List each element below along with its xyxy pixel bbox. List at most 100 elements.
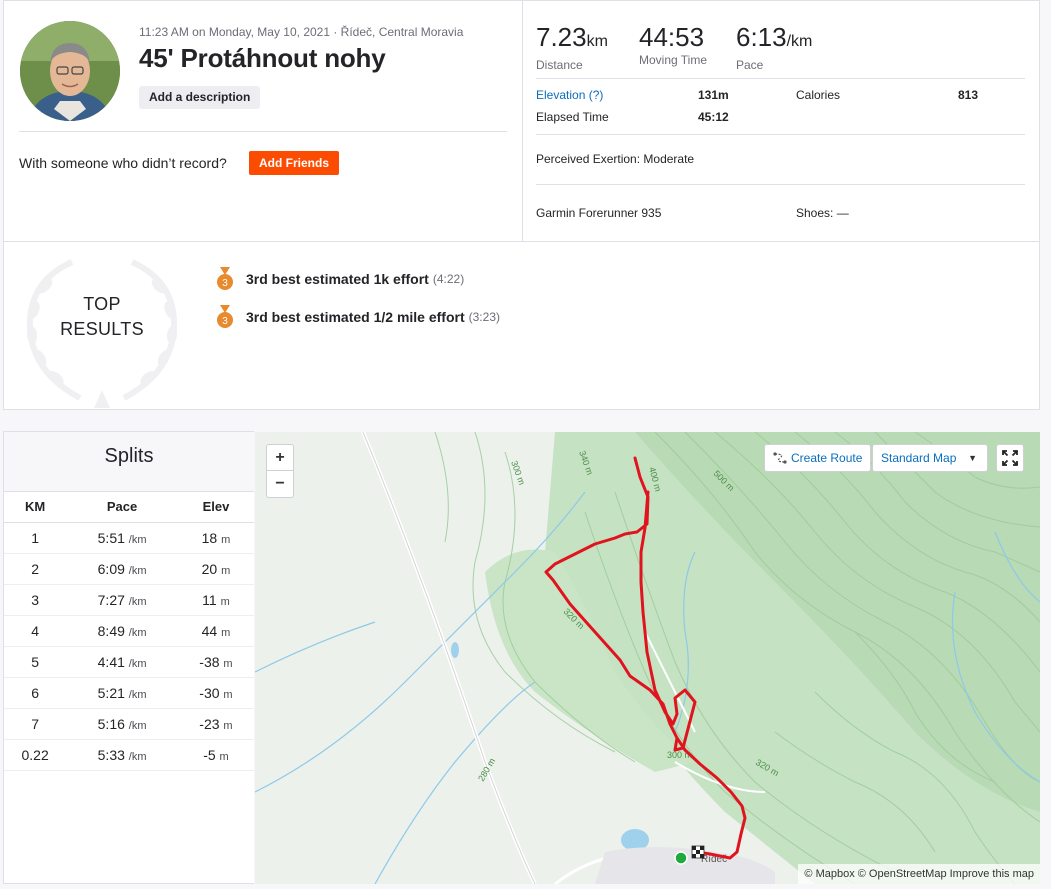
achievement-text: 3rd best estimated 1/2 mile effort [246,309,465,325]
elev-unit: m [221,564,231,577]
split-row[interactable]: 6 5:21 /km -30 m [4,677,254,709]
split-pace: 5:51 /km [66,522,178,554]
split-elev: 44 m [177,615,254,647]
fullscreen-button[interactable] [996,444,1024,472]
pace-unit: /km [128,719,147,732]
activity-meta: 11:23 AM on Monday, May 10, 2021 · Řídeč… [139,25,464,39]
pace-unit: /km [128,595,147,608]
elevation-label[interactable]: Elevation (?) [536,88,603,102]
achievement-item[interactable]: 3 3rd best estimated 1/2 mile effort (3:… [216,305,500,329]
map-style-label: Standard Map [881,451,957,465]
split-pace: 5:16 /km [66,708,178,740]
route-map[interactable]: 300 m 340 m 400 m 500 m 320 m 300 m 320 … [255,432,1040,884]
fullscreen-icon [1002,450,1018,466]
split-km: 5 [4,646,67,678]
stat-distance: 7.23km Distance [536,23,608,72]
map-canvas[interactable]: 300 m 340 m 400 m 500 m 320 m 300 m 320 … [255,432,1040,884]
split-pace: 5:33 /km [66,739,178,771]
create-route-button[interactable]: Create Route [764,444,872,472]
split-elev: -5 m [177,739,254,771]
split-row[interactable]: 7 5:16 /km -23 m [4,708,254,740]
splits-table: KM Pace Elev 1 5:51 /km 18 m 2 6:09 /km 20 m3… [4,492,254,771]
moving-time-label: Moving Time [639,53,708,67]
moving-time-value: 44:53 [639,22,705,52]
split-km: 3 [4,584,67,616]
pace-value: 6:13 [736,22,787,52]
elapsed-time-value: 45:12 [698,110,729,124]
zoom-control: + − [266,444,294,498]
exertion-label: Perceived Exertion: [536,152,641,166]
activity-header: 11:23 AM on Monday, May 10, 2021 · Řídeč… [4,1,523,243]
divider [536,184,1025,185]
create-route-label: Create Route [791,451,863,465]
achievement-item[interactable]: 3 3rd best estimated 1k effort (4:22) [216,267,464,291]
splits-rows: 1 5:51 /km 18 m 2 6:09 /km 20 m 3 7:27 /km 11 m4… [4,522,254,771]
split-pace: 6:09 /km [66,553,178,585]
split-row[interactable]: 1 5:51 /km 18 m [4,522,254,554]
start-marker-icon[interactable] [674,851,688,865]
calories-label: Calories [796,88,841,102]
achievement-time: (3:23) [468,310,500,324]
elev-unit: m [221,533,231,546]
distance-unit: km [586,33,608,50]
pace-unit: /km [128,688,147,701]
split-km: 1 [4,522,67,554]
pace-unit: /km [128,626,147,639]
top-results-heading: TOP RESULTS [60,294,144,339]
split-row[interactable]: 4 8:49 /km 44 m [4,615,254,647]
chevron-down-icon: ▼ [968,453,977,463]
split-km: 6 [4,677,67,709]
device-name: Garmin Forerunner 935 [536,206,662,220]
divider [19,131,507,132]
pace-unit: /km [786,33,813,50]
pace-unit: /km [128,750,147,763]
splits-header-row: KM Pace Elev [4,492,254,523]
distance-label: Distance [536,58,583,72]
split-elev: -23 m [177,708,254,740]
with-someone-text: With someone who didn’t record? [19,155,227,171]
split-km: 0.22 [4,739,67,771]
elev-unit: m [219,750,229,763]
bronze-medal-icon: 3 [217,305,233,328]
split-pace: 8:49 /km [66,615,178,647]
elev-unit: m [223,688,233,701]
calories-value: 813 [958,88,979,102]
elev-unit: m [221,626,231,639]
split-row[interactable]: 5 4:41 /km -38 m [4,646,254,678]
finish-flag-icon[interactable] [691,845,705,859]
pond [451,642,459,658]
splits-title: Splits [4,432,254,492]
zoom-out-button[interactable]: − [267,471,293,497]
add-friends-button[interactable]: Add Friends [249,151,340,175]
split-pace: 5:21 /km [66,677,178,709]
activity-title: 45' Protáhnout nohy [139,43,386,73]
avatar[interactable] [20,21,120,121]
map-style-select[interactable]: Standard Map ▼ [872,444,988,472]
split-elev: 18 m [177,522,254,554]
shoes-text: Shoes: — [796,206,849,220]
svg-text:3: 3 [222,316,228,327]
column-header-elev: Elev [177,492,254,523]
split-row[interactable]: 2 6:09 /km 20 m [4,553,254,585]
pace-unit: /km [128,533,147,546]
elev-unit: m [223,657,233,670]
perceived-exertion: Perceived Exertion: Moderate [536,152,694,166]
stat-pace: 6:13/km Pace [736,23,812,72]
distance-value: 7.23 [536,22,587,52]
add-description-button[interactable]: Add a description [139,86,261,109]
split-row[interactable]: 3 7:27 /km 11 m [4,584,254,616]
divider [536,78,1025,79]
split-km: 4 [4,615,67,647]
activity-stats: 7.23km Distance 44:53 Moving Time 6:13/k… [536,1,1026,243]
split-row[interactable]: 0.22 5:33 /km -5 m [4,739,254,771]
elevation-value: 131m [698,88,729,102]
elev-unit: m [223,719,233,732]
map-attribution[interactable]: © Mapbox © OpenStreetMap Improve this ma… [798,864,1040,884]
achievement-time: (4:22) [432,272,465,286]
zoom-in-button[interactable]: + [267,445,293,471]
split-pace: 7:27 /km [66,584,178,616]
pace-unit: /km [128,564,147,577]
exertion-value: Moderate [643,152,695,166]
achievement-text: 3rd best estimated 1k effort [246,271,429,287]
column-header-km: KM [4,492,67,523]
